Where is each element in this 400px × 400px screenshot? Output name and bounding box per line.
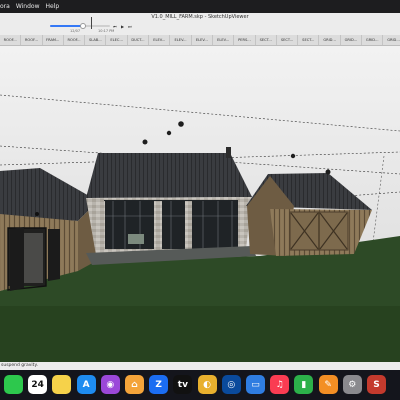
- calendar-icon[interactable]: 24: [28, 375, 48, 394]
- skip-back-icon[interactable]: ⏮: [113, 24, 117, 29]
- messages-icon[interactable]: [4, 375, 23, 394]
- scene-tab[interactable]: GRID...: [341, 35, 363, 45]
- home-icon[interactable]: ⌂: [125, 375, 144, 394]
- scene-tab[interactable]: GRID...: [362, 35, 384, 45]
- slider-knob[interactable]: [80, 23, 86, 29]
- window-titlebar: V1.0_MILL_FARM.skp - SketchUpViewer 12/0…: [0, 13, 400, 36]
- music-icon[interactable]: ♫: [270, 375, 290, 394]
- scene-tab[interactable]: GRID...: [319, 35, 341, 45]
- scene-tab[interactable]: SECT...: [277, 35, 299, 45]
- scene-tab[interactable]: ELEV...: [213, 35, 235, 45]
- timeline-divider: [91, 17, 92, 29]
- scene-tab[interactable]: ROOF...: [64, 35, 86, 45]
- scene-tab[interactable]: SECT...: [298, 35, 320, 45]
- main-house: [86, 147, 256, 265]
- dock: 24 A ◉ ⌂ Ztv ◐ ◎ ▭ ♫ ▮ ✎ ⚙ S: [0, 370, 400, 400]
- scene-tab[interactable]: ROOF...: [0, 35, 22, 45]
- scene-tab[interactable]: ELEV...: [170, 35, 192, 45]
- menu-item-window[interactable]: Window: [16, 3, 40, 10]
- menu-item-app[interactable]: ora: [0, 3, 10, 10]
- zillow-icon[interactable]: Z: [149, 375, 169, 394]
- time-current-label: 10:17 PM: [98, 29, 115, 33]
- apple-tv-icon[interactable]: tv: [173, 375, 193, 394]
- menu-item-help[interactable]: Help: [46, 3, 60, 10]
- model-viewport[interactable]: [0, 46, 400, 363]
- app-store-icon[interactable]: A: [76, 375, 96, 394]
- scene-tab[interactable]: SECT...: [256, 35, 277, 45]
- scene-tab[interactable]: PERS...: [234, 35, 256, 45]
- scene-tab[interactable]: DUCT...: [128, 35, 150, 45]
- time-start-label: 12/07: [70, 29, 81, 33]
- scene-tab[interactable]: SLAB...: [85, 35, 107, 45]
- podcasts-icon[interactable]: ◉: [100, 375, 120, 394]
- status-bar: suspend gravity.: [0, 362, 400, 370]
- notes-icon[interactable]: [52, 375, 72, 394]
- scene-tab[interactable]: ELEV...: [192, 35, 213, 45]
- keynote-icon[interactable]: ▭: [246, 375, 265, 394]
- slider-fill: [50, 25, 83, 27]
- model-canvas[interactable]: [0, 46, 400, 363]
- play-icon[interactable]: ▶: [121, 24, 124, 29]
- menu-bar: ora Window Help: [0, 0, 400, 13]
- lawn-foreground: [0, 306, 400, 363]
- scene-timeline-slider[interactable]: [50, 23, 110, 29]
- skip-forward-icon[interactable]: ⏭: [128, 24, 132, 29]
- photos-icon[interactable]: ◎: [221, 375, 241, 394]
- scene-tab-bar: ROOF... ROOF... FRAM... ROOF... SLAB... ELEC.…: [0, 35, 400, 46]
- scene-tab[interactable]: FRAM...: [43, 35, 64, 45]
- numbers-icon[interactable]: ▮: [294, 375, 314, 394]
- scene-tab[interactable]: ELEV...: [149, 35, 171, 45]
- sketchup-viewer-icon[interactable]: S: [367, 375, 386, 394]
- system-settings-icon[interactable]: ⚙: [342, 375, 362, 394]
- scene-tab[interactable]: ROOF...: [21, 35, 43, 45]
- pages-icon[interactable]: ✎: [318, 375, 338, 394]
- scene-tab[interactable]: GRID...: [383, 35, 400, 45]
- spinner-app-icon[interactable]: ◐: [197, 375, 217, 394]
- window-title: V1.0_MILL_FARM.skp - SketchUpViewer: [151, 14, 249, 20]
- scene-tab[interactable]: ELEC...: [106, 35, 128, 45]
